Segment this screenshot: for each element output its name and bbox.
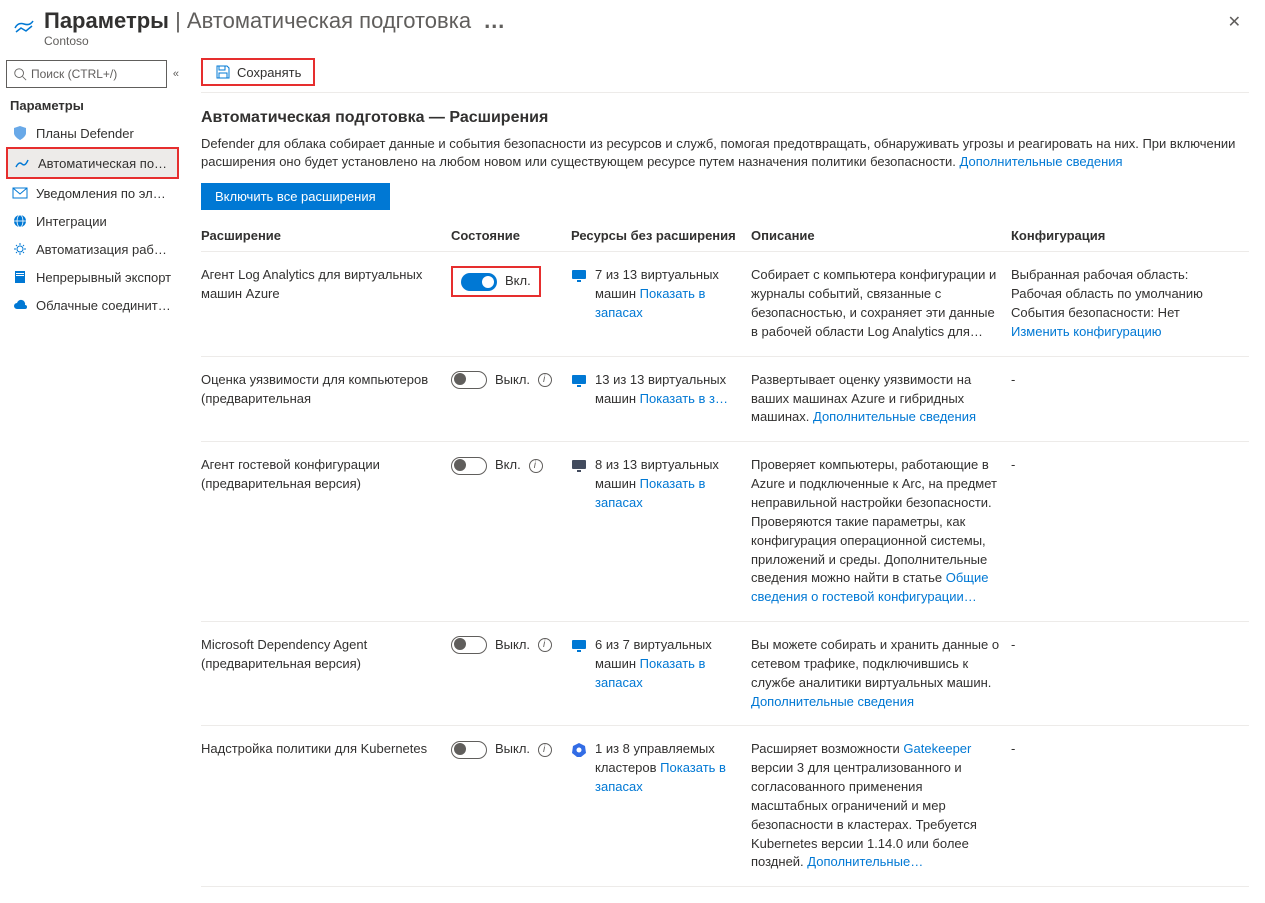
- sidebar-item-integrations[interactable]: Интеграции: [6, 207, 179, 235]
- globe-icon: [12, 213, 28, 229]
- section-description: Defender для облака собирает данные и со…: [201, 135, 1249, 171]
- gatekeeper-link[interactable]: Gatekeeper: [903, 741, 971, 756]
- sidebar: Поиск (CTRL+/) « Параметры Планы Defende…: [0, 52, 185, 903]
- col-description: Описание: [751, 220, 1011, 252]
- col-state: Состояние: [451, 220, 571, 252]
- sidebar-item-auto-provisioning[interactable]: Автоматическая по…: [6, 147, 179, 179]
- defender-icon: [12, 14, 36, 38]
- section-title: Автоматическая подготовка — Расширения: [201, 109, 1249, 127]
- edit-config-link[interactable]: Изменить конфигурацию: [1011, 324, 1161, 339]
- gear-icon: [12, 241, 28, 257]
- vm-icon: [571, 458, 587, 474]
- state-toggle[interactable]: [451, 457, 487, 475]
- vm-icon: [571, 373, 587, 389]
- show-resources-link[interactable]: Показать в з…: [640, 391, 728, 406]
- state-label: Выкл.: [495, 636, 530, 655]
- config-text: -: [1011, 442, 1249, 622]
- col-configuration: Конфигурация: [1011, 220, 1249, 252]
- state-toggle[interactable]: [451, 371, 487, 389]
- learn-more-link[interactable]: Дополнительные сведения: [751, 694, 914, 709]
- book-icon: [12, 269, 28, 285]
- vm-icon: [571, 638, 587, 654]
- mail-icon: [12, 185, 28, 201]
- table-row: Надстройка политики для Kubernetes Выкл.…: [201, 726, 1249, 887]
- sidebar-heading: Параметры: [10, 98, 175, 113]
- close-button[interactable]: ✕: [1220, 8, 1249, 36]
- enable-all-button[interactable]: Включить все расширения: [201, 183, 390, 210]
- more-icon[interactable]: …: [483, 8, 505, 33]
- extension-name: Оценка уязвимости для компьютеров (предв…: [201, 356, 451, 442]
- learn-more-link[interactable]: Дополнительные…: [807, 854, 923, 869]
- info-icon[interactable]: [529, 459, 543, 473]
- extensions-table: Расширение Состояние Ресурсы без расшире…: [201, 220, 1249, 887]
- save-button[interactable]: Сохранять: [201, 58, 315, 86]
- sidebar-item-continuous-export[interactable]: Непрерывный экспорт: [6, 263, 179, 291]
- table-row: Оценка уязвимости для компьютеров (предв…: [201, 356, 1249, 442]
- learn-more-link[interactable]: Дополнительные сведения: [960, 154, 1123, 169]
- config-text: -: [1011, 726, 1249, 887]
- extension-description: Собирает с компьютера конфигурации и жур…: [751, 252, 1011, 356]
- sidebar-item-cloud-connectors[interactable]: Облачные соединит…: [6, 291, 179, 319]
- state-label: Вкл.: [495, 456, 521, 475]
- page-title: Параметры | Автоматическая подготовка …: [44, 8, 1220, 34]
- extension-name: Агент Log Analytics для виртуальных маши…: [201, 252, 451, 356]
- shield-icon: [12, 125, 28, 141]
- sidebar-item-workflow-automation[interactable]: Автоматизация рабо…: [6, 235, 179, 263]
- config-text: -: [1011, 356, 1249, 442]
- table-row: Microsoft Dependency Agent (предваритель…: [201, 622, 1249, 726]
- col-extension: Расширение: [201, 220, 451, 252]
- info-icon[interactable]: [538, 638, 552, 652]
- provision-icon: [14, 155, 30, 171]
- extension-name: Агент гостевой конфигурации (предварител…: [201, 442, 451, 622]
- save-icon: [215, 64, 231, 80]
- config-text: Выбранная рабочая область: Рабочая облас…: [1011, 267, 1203, 320]
- extension-name: Microsoft Dependency Agent (предваритель…: [201, 622, 451, 726]
- sidebar-item-defender-plans[interactable]: Планы Defender: [6, 119, 179, 147]
- cloud-icon: [12, 297, 28, 313]
- learn-more-link[interactable]: Дополнительные сведения: [813, 409, 976, 424]
- extension-name: Надстройка политики для Kubernetes: [201, 726, 451, 887]
- table-row: Агент Log Analytics для виртуальных маши…: [201, 252, 1249, 356]
- info-icon[interactable]: [538, 373, 552, 387]
- main-content: Сохранять Автоматическая подготовка — Ра…: [185, 52, 1265, 903]
- state-label: Вкл.: [505, 272, 531, 291]
- sidebar-item-email-notifications[interactable]: Уведомления по эл…: [6, 179, 179, 207]
- state-label: Выкл.: [495, 740, 530, 759]
- page-header: Параметры | Автоматическая подготовка … …: [0, 0, 1265, 52]
- config-text: -: [1011, 622, 1249, 726]
- state-toggle[interactable]: [451, 636, 487, 654]
- state-toggle[interactable]: [451, 741, 487, 759]
- col-resources: Ресурсы без расширения: [571, 220, 751, 252]
- state-label: Выкл.: [495, 371, 530, 390]
- table-row: Агент гостевой конфигурации (предварител…: [201, 442, 1249, 622]
- state-toggle[interactable]: [461, 273, 497, 291]
- collapse-sidebar-button[interactable]: «: [173, 68, 179, 80]
- info-icon[interactable]: [538, 743, 552, 757]
- kubernetes-icon: [571, 742, 587, 758]
- org-name: Contoso: [44, 34, 1220, 48]
- vm-icon: [571, 268, 587, 284]
- toolbar: Сохранять: [201, 52, 1249, 93]
- search-input[interactable]: Поиск (CTRL+/): [6, 60, 167, 88]
